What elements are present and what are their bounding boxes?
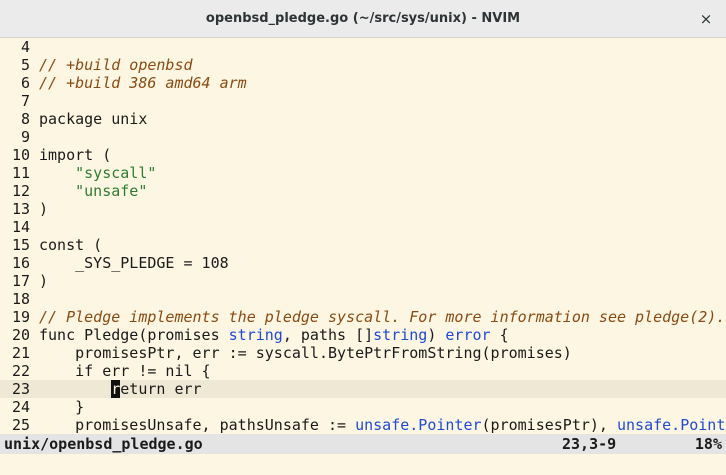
- close-icon[interactable]: ×: [696, 9, 716, 29]
- code-token: if err != nil {: [39, 362, 211, 380]
- code-line[interactable]: 13): [0, 200, 726, 218]
- nvim-window: openbsd_pledge.go (~/src/sys/unix) - NVI…: [0, 0, 726, 475]
- code-line[interactable]: 8 package unix: [0, 110, 726, 128]
- code-line[interactable]: 7: [0, 92, 726, 110]
- editor-buffer[interactable]: 4 5 // +build openbsd 6 // +build 386 amd64 …: [0, 38, 726, 434]
- line-number: 23: [11, 380, 30, 398]
- line-number: 11: [11, 164, 30, 182]
- code-line[interactable]: 18: [0, 290, 726, 308]
- code-line[interactable]: 23 return err: [0, 380, 726, 398]
- code-token: unsafe.Pointer: [355, 416, 482, 434]
- code-token: // +build openbsd: [39, 56, 193, 74]
- title-bar[interactable]: openbsd_pledge.go (~/src/sys/unix) - NVI…: [0, 0, 726, 38]
- line-number: 6: [20, 74, 30, 92]
- code-line[interactable]: 20 func Pledge(promises string, paths []s…: [0, 326, 726, 344]
- line-number: 8: [20, 110, 30, 128]
- code-token: eturn err: [120, 380, 202, 398]
- code-token: const (: [39, 236, 103, 254]
- code-line[interactable]: 9: [0, 128, 726, 146]
- code-token: string: [228, 326, 283, 344]
- status-scroll-percent: 18%: [694, 435, 722, 453]
- line-number: 22: [11, 362, 30, 380]
- code-token: error: [445, 326, 491, 344]
- text-cursor: r: [111, 380, 121, 398]
- code-token: {: [490, 326, 509, 344]
- code-token: string: [373, 326, 428, 344]
- window-title: openbsd_pledge.go (~/src/sys/unix) - NVI…: [205, 11, 521, 26]
- command-line[interactable]: [0, 454, 726, 475]
- code-token: ): [39, 272, 49, 290]
- line-number: 12: [11, 182, 30, 200]
- code-line[interactable]: 22 if err != nil {: [0, 362, 726, 380]
- line-number: 17: [11, 272, 30, 290]
- line-number: 13: [11, 200, 30, 218]
- line-number: 16: [11, 254, 30, 272]
- status-filename: unix/openbsd_pledge.go: [4, 435, 203, 453]
- code-line[interactable]: 19 // Pledge implements the pledge syscal…: [0, 308, 726, 326]
- line-number: 20: [11, 326, 30, 344]
- code-line[interactable]: 24 }: [0, 398, 726, 416]
- code-token: package unix: [39, 110, 148, 128]
- code-line[interactable]: 6 // +build 386 amd64 arm: [0, 74, 726, 92]
- status-line: unix/openbsd_pledge.go 23,3-9 18%: [0, 434, 726, 454]
- line-number: 25: [11, 416, 30, 434]
- line-number: 19: [11, 308, 30, 326]
- code-token: "syscall": [75, 164, 157, 182]
- code-token: (promisesPtr),: [481, 416, 617, 434]
- status-cursor-position: 23,3-9: [562, 435, 617, 453]
- code-line[interactable]: 10 import (: [0, 146, 726, 164]
- code-token: promisesUnsafe, pathsUnsafe :=: [39, 416, 356, 434]
- code-line[interactable]: 25 promisesUnsafe, pathsUnsafe := unsafe…: [0, 416, 726, 434]
- line-number: 24: [11, 398, 30, 416]
- code-token: func Pledge(promises: [39, 326, 229, 344]
- code-token: ): [427, 326, 446, 344]
- line-number: 9: [20, 128, 30, 146]
- code-line[interactable]: 5 // +build openbsd: [0, 56, 726, 74]
- code-line[interactable]: 12 "unsafe": [0, 182, 726, 200]
- code-token: import (: [39, 146, 112, 164]
- code-token: // +build 386 amd64 arm: [39, 74, 247, 92]
- code-line[interactable]: 15 const (: [0, 236, 726, 254]
- line-number: 18: [11, 290, 30, 308]
- code-token: , paths []: [282, 326, 374, 344]
- code-token: }: [39, 398, 85, 416]
- code-token: _SYS_PLEDGE = 108: [39, 254, 229, 272]
- line-number: 5: [20, 56, 30, 74]
- code-line[interactable]: 11 "syscall": [0, 164, 726, 182]
- code-token: promisesPtr, err := syscall.BytePtrFromS…: [39, 344, 572, 362]
- line-number: 21: [11, 344, 30, 362]
- code-line[interactable]: 14: [0, 218, 726, 236]
- line-number: 14: [11, 218, 30, 236]
- code-token: // Pledge implements the pledge syscall.…: [39, 308, 726, 326]
- line-number: 7: [20, 92, 30, 110]
- line-number: 10: [11, 146, 30, 164]
- code-line[interactable]: 16 _SYS_PLEDGE = 108: [0, 254, 726, 272]
- code-token: unsafe.Pointer: [616, 416, 726, 434]
- line-number: 4: [20, 38, 30, 56]
- code-line[interactable]: 17): [0, 272, 726, 290]
- code-line[interactable]: 21 promisesPtr, err := syscall.BytePtrFr…: [0, 344, 726, 362]
- code-line[interactable]: 4: [0, 38, 726, 56]
- code-token: ): [39, 200, 49, 218]
- line-number: 15: [11, 236, 30, 254]
- code-token: "unsafe": [75, 182, 148, 200]
